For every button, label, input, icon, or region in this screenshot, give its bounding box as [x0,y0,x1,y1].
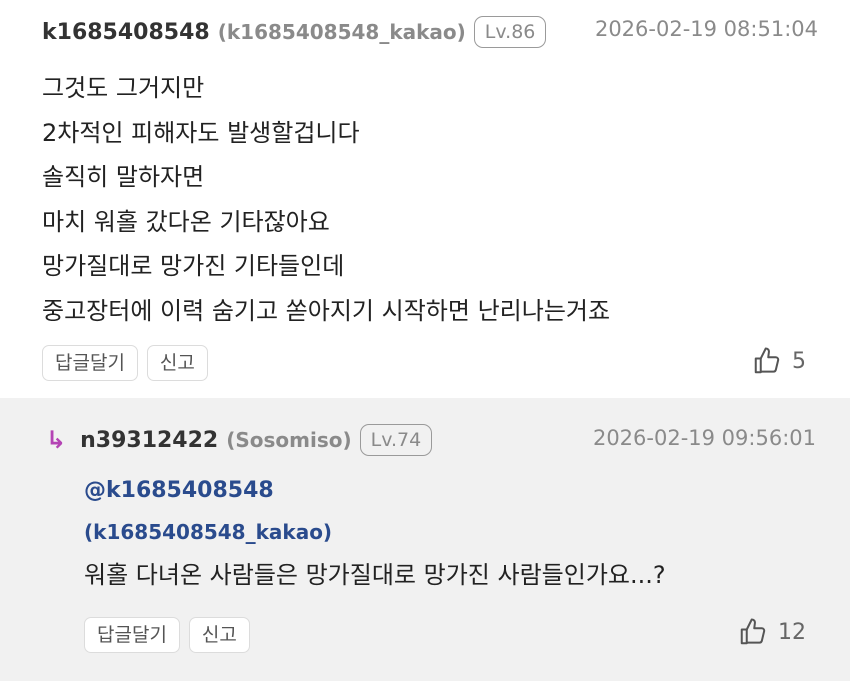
comment-line: 2차적인 피해자도 발생할겁니다 [42,118,360,147]
comment-line: 중고장터에 이력 숨기고 쏟아지기 시작하면 난리나는거죠 [42,296,611,325]
comment-line: 솔직히 말하자면 [42,163,205,191]
like-count: 12 [778,619,806,645]
timestamp: 2026-02-19 08:51:04 [594,17,818,41]
comment-actions: 답글달기 신고 [42,345,208,381]
reply-arrow-icon: ↳ [46,426,67,454]
level-badge: Lv.86 [473,16,547,48]
thumbs-up-icon [754,347,780,374]
comment: k1685408548 (k1685408548_kakao) Lv.86 20… [0,0,850,398]
like-button[interactable]: 12 [738,617,806,647]
like-count: 5 [792,348,806,374]
thumbs-up-icon [740,618,766,645]
report-button[interactable]: 신고 [146,345,208,381]
comment-line: 그것도 그거지만 [42,74,205,102]
comment-actions: 답글달기 신고 [84,617,250,653]
username[interactable]: n39312422 [80,428,218,453]
comment-header: k1685408548 (k1685408548_kakao) Lv.86 [42,14,547,50]
comment-line: 망가질대로 망가진 기타들인데 [42,252,345,280]
timestamp: 2026-02-19 09:56:01 [592,426,816,450]
mention-user[interactable]: @k1685408548 [84,478,274,503]
comment-header: ↳ n39312422 (Sosomiso) Lv.74 [46,422,433,458]
mention-nickname[interactable]: (k1685408548_kakao) [84,520,332,544]
comment-body: 그것도 그거지만 2차적인 피해자도 발생할겁니다 솔직히 말하자면 마치 워홀… [42,66,610,333]
level-badge: Lv.74 [359,424,433,456]
reply-button[interactable]: 답글달기 [42,345,138,381]
nickname: (k1685408548_kakao) [217,20,466,44]
reply-comment: ↳ n39312422 (Sosomiso) Lv.74 2026-02-19 … [0,398,850,681]
nickname: (Sosomiso) [226,428,352,452]
reply-button[interactable]: 답글달기 [84,617,180,653]
username[interactable]: k1685408548 [42,20,210,45]
comment-body: 워홀 다녀온 사람들은 망가질대로 망가진 사람들인가요...? [84,561,666,589]
report-button[interactable]: 신고 [188,617,250,653]
comment-line: 마치 워홀 갔다온 기타잖아요 [42,207,330,236]
like-button[interactable]: 5 [752,346,806,376]
